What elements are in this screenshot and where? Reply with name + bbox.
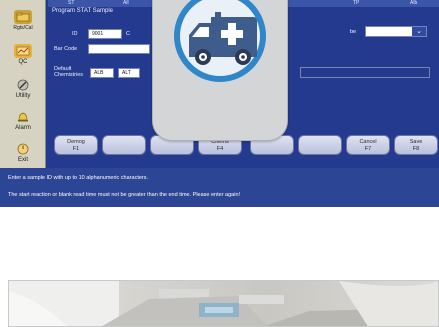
fkey-key: F7 bbox=[364, 145, 372, 152]
fkey-key: F1 bbox=[72, 145, 80, 152]
sidebar-item-exit[interactable]: Exit bbox=[4, 138, 42, 164]
f2-button[interactable] bbox=[102, 135, 146, 155]
power-icon bbox=[14, 142, 32, 156]
chemistries-label-line: Chemistries bbox=[54, 72, 84, 78]
sidebar-item-label: Alarm bbox=[15, 125, 31, 131]
bar-code-field[interactable] bbox=[88, 44, 150, 54]
tab-alb[interactable]: Alb bbox=[410, 0, 417, 6]
f8-save-button[interactable]: Save F8 bbox=[394, 135, 438, 155]
bell-icon bbox=[14, 110, 32, 124]
sidebar-item-label: QC bbox=[18, 59, 28, 65]
bar-code-label: Bar Code bbox=[54, 46, 78, 52]
lab-photo bbox=[8, 280, 439, 327]
chemistry-chip[interactable]: ALB bbox=[90, 68, 114, 78]
fkey-label: Save bbox=[409, 139, 423, 145]
tube-select[interactable]: ⌄ bbox=[365, 26, 427, 37]
f1-demog-button[interactable]: Demog F1 bbox=[54, 135, 98, 155]
sidebar-item-label: Exit bbox=[17, 157, 28, 163]
ambulance-icon bbox=[174, 0, 266, 82]
sidebar-item-label: Rgts/Cal bbox=[13, 25, 33, 31]
chevron-down-icon: ⌄ bbox=[412, 27, 426, 36]
tube-label: be bbox=[350, 29, 357, 35]
fkey-key: F8 bbox=[412, 145, 420, 152]
sidebar: Rgts/Cal QC Utility Alarm Exit bbox=[0, 0, 46, 168]
cup-label: C bbox=[126, 31, 130, 37]
sample-id-field[interactable]: 9001 bbox=[88, 29, 122, 39]
id-label: ID bbox=[72, 31, 78, 37]
sidebar-item-qc[interactable]: QC bbox=[4, 40, 42, 66]
chemistry-row bbox=[300, 67, 430, 78]
lab-photo-scene bbox=[9, 281, 438, 326]
tab-all[interactable]: All bbox=[123, 0, 129, 6]
fkey-key: F4 bbox=[216, 145, 224, 152]
chemistry-chip[interactable]: ALT bbox=[118, 68, 140, 78]
wrench-icon bbox=[14, 78, 32, 92]
f6-button[interactable] bbox=[298, 135, 342, 155]
chart-icon bbox=[14, 44, 32, 58]
sidebar-item-alarm[interactable]: Alarm bbox=[4, 106, 42, 132]
fkey-label: Demog bbox=[67, 139, 85, 145]
sidebar-item-label: Utility bbox=[15, 93, 31, 99]
status-message: Enter a sample ID with up to 10 alphanum… bbox=[8, 175, 149, 181]
sidebar-item-utility[interactable]: Utility bbox=[4, 74, 42, 100]
default-chemistries-label: Default Chemistries bbox=[54, 66, 83, 78]
fkey-label: Cancel bbox=[359, 139, 377, 145]
error-message: The start reaction or blank read time mu… bbox=[8, 192, 241, 198]
window-title: Program STAT Sample bbox=[52, 8, 114, 14]
sidebar-item-rgts-cal[interactable]: Rgts/Cal bbox=[4, 6, 42, 32]
status-area: Enter a sample ID with up to 10 alphanum… bbox=[0, 168, 439, 207]
f7-cancel-button[interactable]: Cancel F7 bbox=[346, 135, 390, 155]
folder-icon bbox=[14, 10, 32, 24]
tab-st[interactable]: ST bbox=[68, 0, 74, 6]
tab-tp[interactable]: TP bbox=[353, 0, 359, 6]
